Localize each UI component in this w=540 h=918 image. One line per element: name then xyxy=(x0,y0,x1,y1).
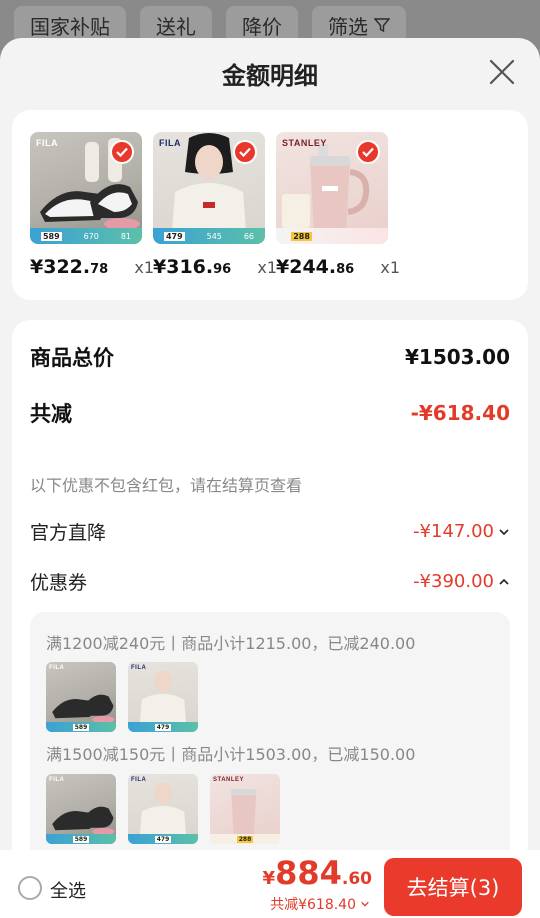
product-qty: x1 xyxy=(380,258,400,277)
coupon-detail-box: 满1200减240元丨商品小计1215.00，已减240.00 FILA 589… xyxy=(30,612,510,868)
filter-icon xyxy=(374,18,390,33)
product-qty: x1 xyxy=(134,258,154,277)
discount-value: -¥618.40 xyxy=(410,401,510,425)
brand-logo: FILA xyxy=(36,138,58,148)
official-discount-value: -¥147.00 xyxy=(413,521,494,542)
total-price: ¥884.60 xyxy=(262,854,372,892)
coupon-row[interactable]: 优惠券 -¥390.00 xyxy=(30,568,510,595)
chevron-up-icon xyxy=(499,578,509,585)
checkout-button[interactable]: 去结算(3) xyxy=(384,858,522,916)
coupon-rule: 满1500减150元丨商品小计1503.00，已减150.00 xyxy=(46,745,416,764)
checkout-bar: 全选 ¥884.60 共减¥618.40 去结算(3) xyxy=(0,850,540,918)
goods-total-label: 商品总价 xyxy=(30,346,114,370)
product-qty: x1 xyxy=(257,258,277,277)
sheet-title: 金额明细 xyxy=(222,62,318,90)
product-price: ¥316.96 xyxy=(153,256,232,278)
product-card: FILA 589 670 81 ¥322.78 x1 FILA 479 545 … xyxy=(12,110,528,300)
official-discount-label: 官方直降 xyxy=(30,522,107,544)
selected-check[interactable] xyxy=(356,140,380,164)
selected-check[interactable] xyxy=(233,140,257,164)
coupon-value: -¥390.00 xyxy=(413,571,494,592)
brand-logo: STANLEY xyxy=(282,138,327,148)
official-discount-row[interactable]: 官方直降 -¥147.00 xyxy=(30,518,510,545)
total-saved[interactable]: 共减¥618.40 xyxy=(270,894,370,914)
discount-label: 共减 xyxy=(30,402,72,426)
close-button[interactable] xyxy=(488,58,516,86)
coupon-label: 优惠券 xyxy=(30,572,88,594)
product-item[interactable]: FILA 479 545 66 ¥316.96 x1 xyxy=(153,132,277,278)
coupon-product-thumb: FILA 479 xyxy=(128,774,198,844)
brand-logo: FILA xyxy=(159,138,181,148)
promo-strip: 589 670 81 xyxy=(30,228,142,244)
chevron-down-icon xyxy=(499,528,509,535)
product-price: ¥244.86 xyxy=(276,256,355,278)
product-image: FILA 589 670 81 xyxy=(30,132,142,244)
coupon-product-thumb: FILA 589 xyxy=(46,662,116,732)
promo-strip: 288 xyxy=(276,228,388,244)
selected-check[interactable] xyxy=(110,140,134,164)
product-image: STANLEY 288 xyxy=(276,132,388,244)
amount-detail-sheet: 金额明细 FILA 589 670 81 ¥322.78 x1 FILA 479… xyxy=(0,38,540,918)
select-all-label[interactable]: 全选 xyxy=(50,877,86,903)
check-icon xyxy=(239,147,251,158)
goods-total-value: ¥1503.00 xyxy=(404,345,510,369)
chevron-down-icon xyxy=(361,901,369,907)
product-item[interactable]: FILA 589 670 81 ¥322.78 x1 xyxy=(30,132,154,278)
discount-note: 以下优惠不包含红包，请在结算页查看 xyxy=(30,476,303,495)
product-price: ¥322.78 xyxy=(30,256,109,278)
amount-detail-card: 商品总价 ¥1503.00 共减 -¥618.40 以下优惠不包含红包，请在结算… xyxy=(12,320,528,880)
coupon-product-thumb: FILA 589 xyxy=(46,774,116,844)
select-all-radio[interactable] xyxy=(18,876,42,900)
promo-strip: 479 545 66 xyxy=(153,228,265,244)
check-icon xyxy=(116,147,128,158)
coupon-product-thumb: STANLEY 288 xyxy=(210,774,280,844)
product-item[interactable]: STANLEY 288 ¥244.86 x1 xyxy=(276,132,400,278)
check-icon xyxy=(362,147,374,158)
goods-total-row: 商品总价 ¥1503.00 xyxy=(30,342,510,372)
product-image: FILA 479 545 66 xyxy=(153,132,265,244)
coupon-rule: 满1200减240元丨商品小计1215.00，已减240.00 xyxy=(46,634,416,653)
coupon-product-thumb: FILA 479 xyxy=(128,662,198,732)
close-icon xyxy=(489,59,515,85)
discount-row: 共减 -¥618.40 xyxy=(30,398,510,428)
